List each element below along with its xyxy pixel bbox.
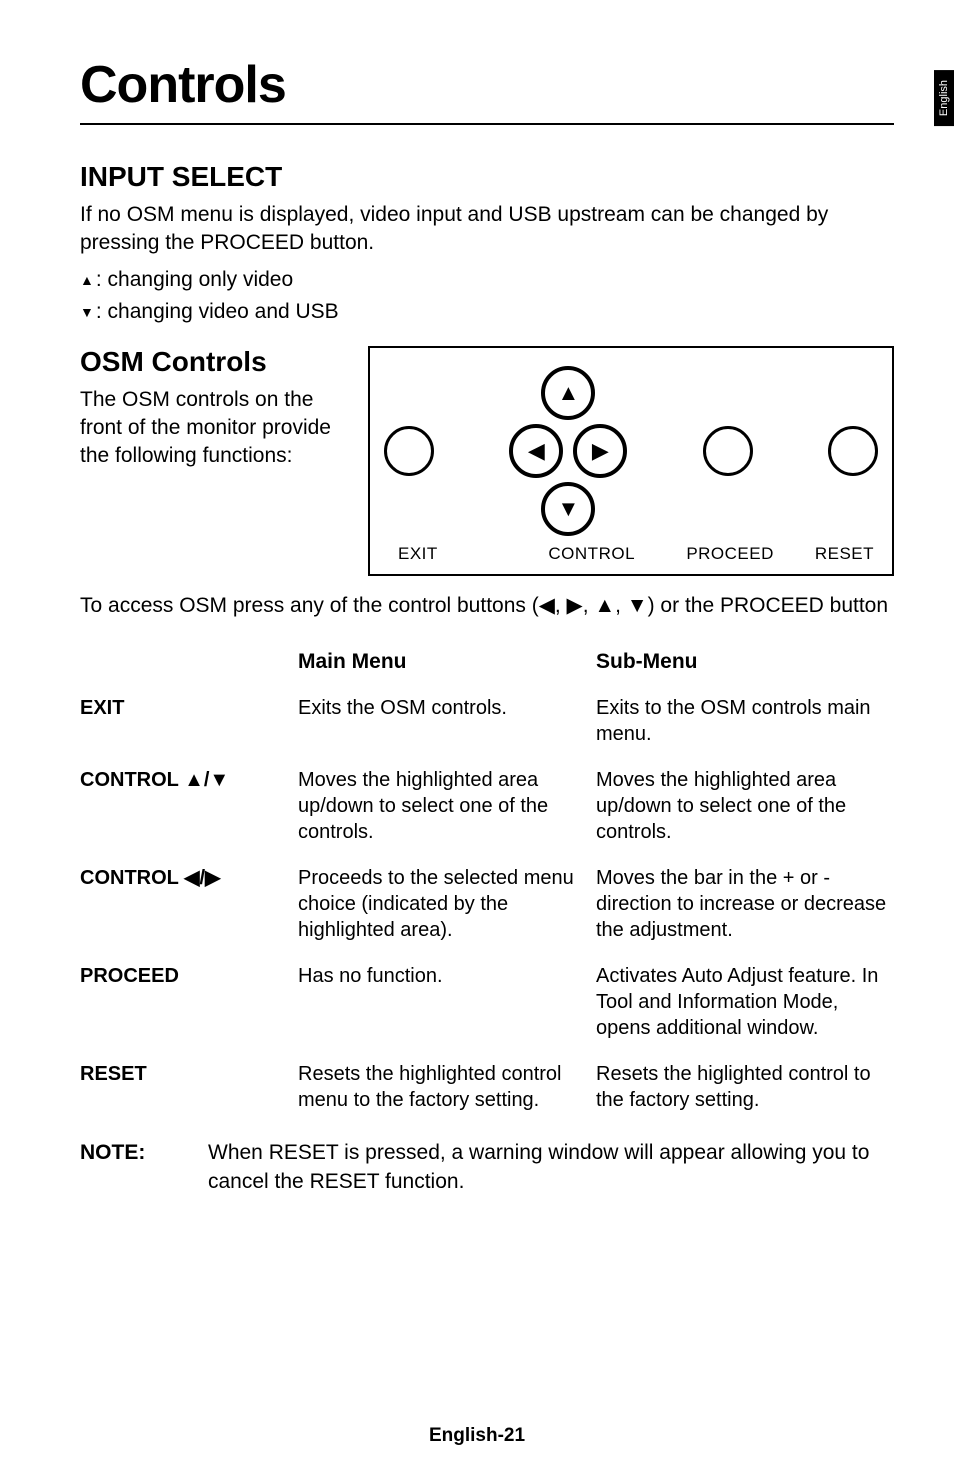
diagram-reset-button	[828, 426, 878, 476]
table-header-main: Main Menu	[298, 648, 578, 675]
changing-video-text: : changing only video	[96, 268, 293, 292]
row-label-control-lr: CONTROL ◀/▶	[80, 865, 280, 943]
diagram-label-proceed: PROCEED	[675, 544, 786, 564]
diagram-label-exit: EXIT	[384, 544, 509, 564]
triangle-up-icon: ▲	[80, 273, 94, 287]
diagram-label-reset: RESET	[785, 544, 878, 564]
input-select-heading: INPUT SELECT	[80, 161, 894, 193]
arrow-left-icon: ◀	[528, 440, 545, 462]
note-text: When RESET is pressed, a warning window …	[208, 1139, 894, 1196]
controls-table: Main Menu Sub-Menu EXIT Exits the OSM co…	[80, 648, 894, 1113]
table-header-sub: Sub-Menu	[596, 648, 894, 675]
osm-controls-heading: OSM Controls	[80, 346, 350, 378]
diagram-right-button: ▶	[573, 424, 627, 478]
arrow-right-icon: ▶	[592, 440, 609, 462]
osm-controls-paragraph: The OSM controls on the front of the mon…	[80, 386, 350, 471]
arrow-up-icon: ▲	[557, 382, 579, 404]
diagram-exit-button	[384, 426, 434, 476]
row-label-reset: RESET	[80, 1061, 280, 1113]
diagram-proceed-button	[703, 426, 753, 476]
access-arrow-icons: ◀, ▶, ▲, ▼	[539, 594, 648, 617]
language-side-tab: English	[934, 70, 954, 126]
diagram-label-control: CONTROL	[509, 544, 675, 564]
title-divider	[80, 123, 894, 125]
row-main-exit: Exits the OSM controls.	[298, 695, 578, 747]
page-title: Controls	[80, 55, 894, 115]
access-text-post: ) or the PROCEED button	[648, 594, 888, 617]
row-main-reset: Resets the highlighted control menu to t…	[298, 1061, 578, 1113]
row-sub-proceed: Activates Auto Adjust feature. In Tool a…	[596, 963, 894, 1041]
input-select-paragraph: If no OSM menu is displayed, video input…	[80, 201, 894, 258]
row-main-control-lr: Proceeds to the selected menu choice (in…	[298, 865, 578, 943]
row-label-exit: EXIT	[80, 695, 280, 747]
diagram-up-button: ▲	[541, 366, 595, 420]
page-footer: English-21	[0, 1425, 954, 1447]
diagram-down-button: ▼	[541, 482, 595, 536]
row-label-control-ud: CONTROL ▲/▼	[80, 767, 280, 845]
note-label: NOTE:	[80, 1139, 180, 1196]
access-osm-text: To access OSM press any of the control b…	[80, 592, 894, 620]
changing-video-usb-text: : changing video and USB	[96, 300, 339, 324]
controls-diagram: ▲ ◀ ▶ ▼ EXIT CONTROL PROCEED RESET	[368, 346, 894, 576]
diagram-control-cluster: ▲ ◀ ▶ ▼	[509, 366, 627, 536]
row-sub-exit: Exits to the OSM controls main menu.	[596, 695, 894, 747]
note-row: NOTE: When RESET is pressed, a warning w…	[80, 1139, 894, 1196]
row-sub-reset: Resets the higlighted control to the fac…	[596, 1061, 894, 1113]
access-text-pre: To access OSM press any of the control b…	[80, 594, 539, 617]
row-sub-control-ud: Moves the highlighted area up/down to se…	[596, 767, 894, 845]
arrow-down-icon: ▼	[557, 498, 579, 520]
row-main-proceed: Has no function.	[298, 963, 578, 1041]
changing-video-usb-line: ▼ : changing video and USB	[80, 300, 894, 324]
row-main-control-ud: Moves the highlighted area up/down to se…	[298, 767, 578, 845]
triangle-down-icon: ▼	[80, 305, 94, 319]
row-label-proceed: PROCEED	[80, 963, 280, 1041]
changing-video-line: ▲ : changing only video	[80, 268, 894, 292]
diagram-left-button: ◀	[509, 424, 563, 478]
row-sub-control-lr: Moves the bar in the + or - direction to…	[596, 865, 894, 943]
